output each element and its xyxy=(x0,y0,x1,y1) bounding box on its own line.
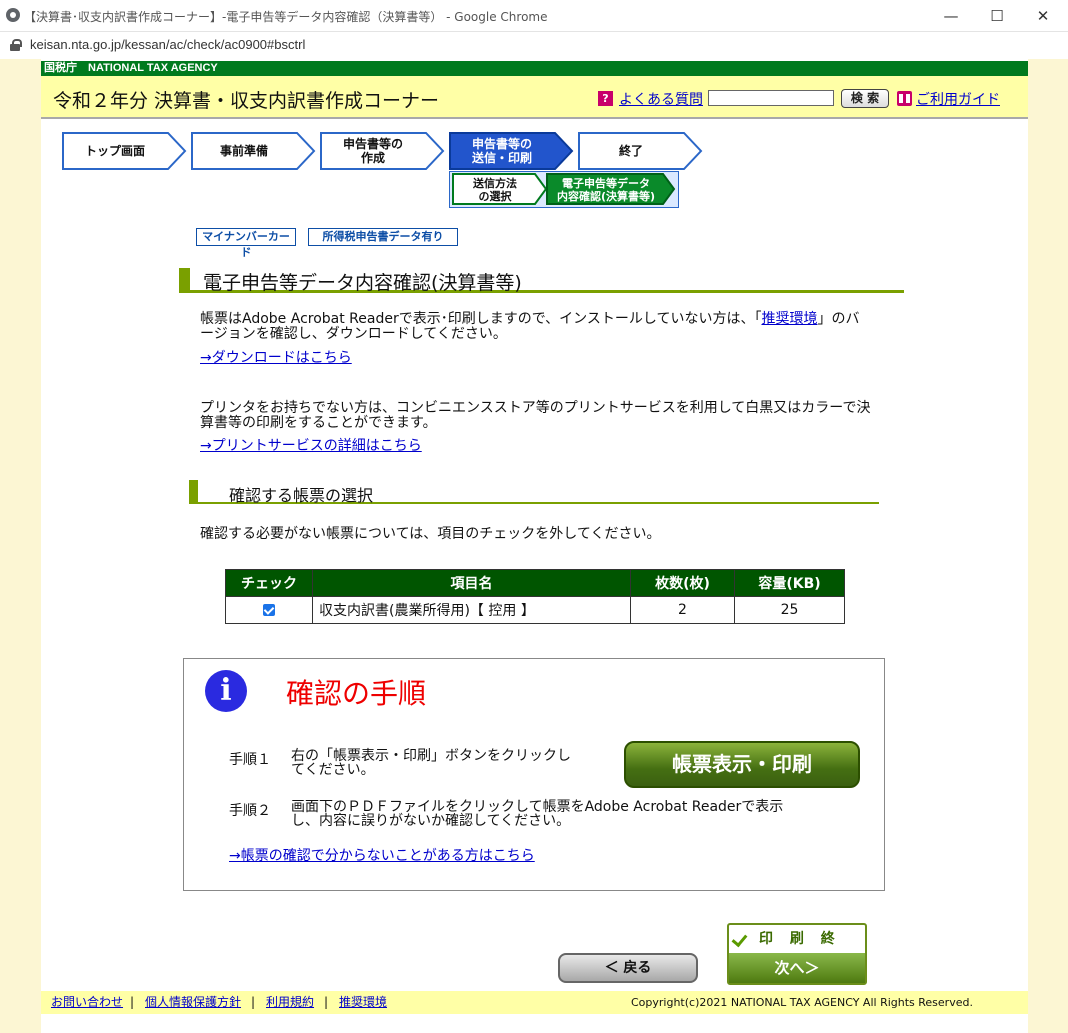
substep-data-confirm-line1: 電子申告等データ xyxy=(562,176,650,190)
page-title: 電子申告等データ内容確認(決算書等) xyxy=(203,272,522,294)
acrobat-notice-text-b: 」のバ xyxy=(817,311,860,327)
footer-separator: | xyxy=(251,995,256,1009)
substep-send-method-line2: の選択 xyxy=(478,189,512,203)
step2-label: 手順２ xyxy=(229,803,271,819)
back-button[interactable]: ＜ 戻る xyxy=(558,953,698,983)
substep-send-method-line1: 送信方法 xyxy=(473,176,517,190)
step-send-print: 申告書等の 送信・印刷 xyxy=(449,132,574,170)
step-create-label: 申告書等の 作成 xyxy=(320,132,426,170)
footer-separator: | xyxy=(324,995,329,1009)
footer-link-privacy[interactable]: 個人情報保護方針 xyxy=(145,991,241,1014)
print-service-text-a: プリンタをお持ちでない方は、コンビニエンスストア等のプリントサービスを利用して白… xyxy=(200,400,871,416)
confirm-procedure-box: i 確認の手順 手順１ 右の「帳票表示・印刷」ボタンをクリックし てください。 … xyxy=(183,658,885,891)
row-checkbox[interactable] xyxy=(263,604,275,616)
table-row: 収支内訳書(農業所得用)【 控用 】 2 25 xyxy=(225,596,845,624)
step-send-print-label-line1: 申告書等の xyxy=(471,137,532,151)
badge-income-tax-data: 所得税申告書データ有り xyxy=(308,228,458,246)
row-sheets: 2 xyxy=(630,596,735,624)
row-item-name: 収支内訳書(農業所得用)【 控用 】 xyxy=(312,596,631,624)
form-help-link[interactable]: →帳票の確認で分からないことがある方はこちら xyxy=(229,845,535,865)
window-title: 【決算書･収支内訳書作成コーナー】-電子申告等データ内容確認（決算書等） - G… xyxy=(24,10,548,24)
step-finish-label: 終了 xyxy=(618,144,643,158)
close-window-button[interactable]: ✕ xyxy=(1020,4,1066,28)
print-service-notice: プリンタをお持ちでない方は、コンビニエンスストア等のプリントサービスを利用して白… xyxy=(200,401,870,431)
copyright: Copyright(c)2021 NATIONAL TAX AGENCY All… xyxy=(631,996,973,1009)
user-guide-link[interactable]: ご利用ガイド xyxy=(916,89,1000,109)
footer-link-terms[interactable]: 利用規約 xyxy=(266,991,314,1014)
substep-data-confirm: 電子申告等データ 内容確認(決算書等) xyxy=(547,171,665,208)
col-header-sheets: 枚数(枚) xyxy=(630,569,735,597)
address-bar[interactable]: keisan.nta.go.jp/kessan/ac/check/ac0900#… xyxy=(0,32,1068,59)
heading-bar-mark xyxy=(179,268,190,290)
footer: お問い合わせ | 個人情報保護方針 | 利用規約 | 推奨環境 Copyrigh… xyxy=(41,991,1028,1014)
step-top-label: トップ画面 xyxy=(84,144,145,158)
step1-text: 右の「帳票表示・印刷」ボタンをクリックし てください。 xyxy=(291,749,621,777)
step-create-label-line2: 作成 xyxy=(360,151,385,165)
col-header-check: チェック xyxy=(225,569,313,597)
info-icon: i xyxy=(205,670,247,712)
substep-send-method: 送信方法 の選択 xyxy=(453,171,537,208)
display-print-forms-button[interactable]: 帳票表示・印刷 xyxy=(624,741,860,788)
page-heading: 電子申告等データ内容確認(決算書等) xyxy=(179,267,904,294)
step-preparation: 事前準備 xyxy=(191,132,316,170)
substep-container: 送信方法 の選択 電子申告等データ 内容確認(決算書等) xyxy=(449,171,679,208)
step-top: トップ画面 xyxy=(62,132,187,170)
form-selection-title: 確認する帳票の選択 xyxy=(229,486,374,505)
step-create: 申告書等の 作成 xyxy=(320,132,445,170)
step1-label: 手順１ xyxy=(229,752,271,768)
minimize-button[interactable]: — xyxy=(928,4,974,28)
print-service-text-b: 算書等の印刷をすることができます。 xyxy=(200,415,437,431)
col-header-item-name: 項目名 xyxy=(312,569,631,597)
search-input[interactable] xyxy=(708,90,834,106)
step-preparation-label: 事前準備 xyxy=(219,144,268,158)
form-selection-heading: 確認する帳票の選択 xyxy=(189,480,879,505)
footer-link-contact[interactable]: お問い合わせ xyxy=(51,991,123,1014)
agency-banner: 国税庁 NATIONAL TAX AGENCY xyxy=(41,61,1028,76)
book-icon[interactable] xyxy=(897,91,912,106)
step-send-print-label-line2: 送信・印刷 xyxy=(471,151,532,165)
page-content: 国税庁 NATIONAL TAX AGENCY 令和２年分 決算書・収支内訳書作… xyxy=(41,59,1028,1033)
acrobat-notice: 帳票はAdobe Acrobat Readerで表示･印刷しますので、インストー… xyxy=(200,312,859,342)
footer-link-environment[interactable]: 推奨環境 xyxy=(339,991,387,1014)
uncheck-instruction: 確認する必要がない帳票については、項目のチェックを外してください。 xyxy=(200,526,661,542)
faq-question-icon[interactable]: ? xyxy=(598,91,613,106)
search-button[interactable]: 検 索 xyxy=(841,89,889,108)
row-checkbox-cell xyxy=(225,596,313,624)
footer-separator: | xyxy=(130,995,135,1009)
page-background: 国税庁 NATIONAL TAX AGENCY 令和２年分 決算書・収支内訳書作… xyxy=(0,59,1068,1033)
procedure-title: 確認の手順 xyxy=(286,677,427,710)
site-favicon-icon xyxy=(6,8,20,22)
subheading-bar-mark xyxy=(189,480,198,502)
step1-text-b: てください。 xyxy=(291,762,375,778)
lock-icon xyxy=(10,39,22,51)
url-text[interactable]: keisan.nta.go.jp/kessan/ac/check/ac0900#… xyxy=(30,37,305,52)
finish-print-label: 印 刷 終 了 xyxy=(729,925,865,975)
checkmark-icon xyxy=(731,930,748,948)
step-send-print-label: 申告書等の 送信・印刷 xyxy=(449,132,555,170)
download-link[interactable]: →ダウンロードはこちら xyxy=(200,351,352,366)
substep-data-confirm-line2: 内容確認(決算書等) xyxy=(556,189,656,203)
table-header-row: チェック 項目名 枚数(枚) 容量(KB) xyxy=(225,569,845,597)
corner-header: 令和２年分 決算書・収支内訳書作成コーナー ? よくある質問 検 索 ご利用ガイ… xyxy=(41,76,1028,119)
faq-link[interactable]: よくある質問 xyxy=(619,89,703,109)
step2-text-b: し、内容に誤りがないか確認してください。 xyxy=(291,813,571,829)
col-header-size: 容量(KB) xyxy=(734,569,845,597)
row-size: 25 xyxy=(734,596,845,624)
finish-print-box: 印 刷 終 了 次へ＞ xyxy=(727,923,867,985)
window-titlebar: 【決算書･収支内訳書作成コーナー】-電子申告等データ内容確認（決算書等） - G… xyxy=(0,0,1068,32)
forms-table: チェック 項目名 枚数(枚) 容量(KB) 収支内訳書(農業所得用)【 控用 】… xyxy=(225,569,845,624)
step-finish: 終了 xyxy=(578,132,703,170)
acrobat-notice-text-a: 帳票はAdobe Acrobat Readerで表示･印刷しますので、インストー… xyxy=(200,311,762,327)
step-create-label-line1: 申告書等の xyxy=(342,137,403,151)
maximize-button[interactable]: ☐ xyxy=(974,4,1020,28)
next-button[interactable]: 次へ＞ xyxy=(729,953,865,983)
badge-mynumber-card: マイナンバーカード xyxy=(196,228,296,259)
acrobat-notice-text-c: ージョンを確認し、ダウンロードしてください。 xyxy=(200,326,507,342)
recommended-env-link[interactable]: 推奨環境 xyxy=(761,311,817,327)
corner-title: 令和２年分 決算書・収支内訳書作成コーナー xyxy=(53,90,440,112)
print-service-link[interactable]: →プリントサービスの詳細はこちら xyxy=(200,439,422,454)
step2-text: 画面下のＰＤＦファイルをクリックして帳票をAdobe Acrobat Reade… xyxy=(291,800,851,828)
